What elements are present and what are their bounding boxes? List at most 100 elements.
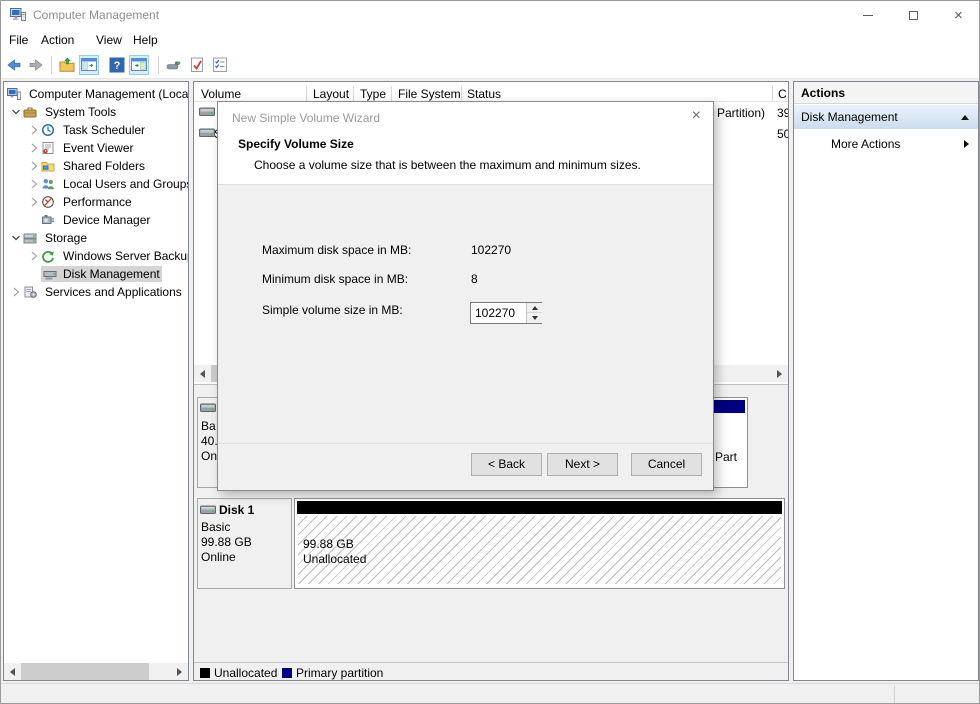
device-tool-button[interactable]: [164, 55, 184, 75]
tree-item-shared-folders[interactable]: Shared Folders: [4, 157, 188, 175]
scroll-right-button[interactable]: [171, 663, 188, 680]
chevron-right-icon[interactable]: [27, 249, 41, 263]
backup-icon: [41, 249, 57, 263]
scroll-right-icon: [777, 370, 782, 378]
tree-item-storage[interactable]: Storage: [4, 229, 188, 247]
menu-help[interactable]: Help: [133, 33, 158, 47]
folder-up-button[interactable]: [57, 55, 77, 75]
volume-size-spinbox[interactable]: 102270: [470, 302, 542, 324]
disk1-unallocated-region[interactable]: [298, 516, 781, 584]
chevron-down-icon[interactable]: [9, 231, 23, 245]
menu-file[interactable]: File: [9, 33, 28, 47]
tree-horizontal-scrollbar[interactable]: [4, 663, 188, 680]
chevron-right-icon[interactable]: [27, 141, 41, 155]
wizard-page-header: Specify Volume Size Choose a volume size…: [218, 133, 713, 185]
actions-group-disk-management[interactable]: Disk Management: [794, 105, 978, 129]
close-button[interactable]: ×: [936, 1, 980, 29]
tree-item-device-manager[interactable]: Device Manager: [4, 211, 188, 229]
action-pane-toggle-button[interactable]: [129, 55, 149, 75]
collapse-icon[interactable]: [961, 115, 969, 120]
column-separator[interactable]: [353, 86, 354, 101]
disk1-type: Basic: [201, 520, 230, 534]
spin-up-button[interactable]: [527, 303, 542, 313]
title-bar: Computer Management ×: [1, 1, 979, 29]
column-type[interactable]: Type: [360, 87, 386, 101]
column-separator[interactable]: [391, 86, 392, 101]
scroll-left-button[interactable]: [4, 663, 21, 680]
next-wizard-button[interactable]: Next >: [547, 453, 618, 476]
back-button[interactable]: [4, 55, 24, 75]
maximize-button[interactable]: [891, 1, 936, 29]
tree-item-label: System Tools: [43, 104, 118, 120]
unallocated-legend-swatch: [200, 668, 210, 678]
column-status[interactable]: Status: [467, 87, 501, 101]
toolbar-separator: [158, 56, 159, 74]
tree-item-label: Task Scheduler: [61, 122, 147, 138]
volume-drive-icon: [199, 127, 215, 137]
tree-item-system-tools[interactable]: System Tools: [4, 103, 188, 121]
scroll-left-button[interactable]: [194, 365, 211, 382]
menu-bar: File Action View Help: [1, 29, 979, 51]
volume-drive-icon: [199, 106, 215, 116]
status-bar: [1, 683, 980, 704]
more-actions-label: More Actions: [831, 137, 900, 151]
help-button[interactable]: ?: [107, 55, 127, 75]
toolbar: ?: [1, 51, 979, 79]
tree-item-task-scheduler[interactable]: Task Scheduler: [4, 121, 188, 139]
scrollbar-track[interactable]: [21, 663, 171, 680]
disk1-label-box[interactable]: Disk 1 Basic 99.88 GB Online: [197, 498, 292, 589]
users-icon: [41, 177, 57, 191]
chevron-down-icon[interactable]: [9, 105, 23, 119]
scroll-left-icon: [10, 668, 15, 676]
column-layout[interactable]: Layout: [313, 87, 349, 101]
chevron-right-icon[interactable]: [27, 177, 41, 191]
disk-icon: [200, 504, 216, 518]
column-file-system[interactable]: File System: [398, 87, 461, 101]
more-actions-item[interactable]: More Actions: [794, 132, 978, 156]
checklist-button[interactable]: [210, 55, 230, 75]
tree-item-windows-server-backup[interactable]: Windows Server Backup: [4, 247, 188, 265]
column-capacity[interactable]: C: [778, 87, 787, 101]
tree-item-disk-management[interactable]: Disk Management: [4, 265, 188, 283]
volume-size-value[interactable]: 102270: [475, 306, 515, 320]
chevron-right-icon[interactable]: [9, 285, 23, 299]
scrollbar-thumb[interactable]: [21, 663, 149, 680]
volume-status-fragment: Partition): [717, 106, 765, 120]
wizard-page-body: Maximum disk space in MB: 102270 Minimum…: [218, 185, 713, 444]
tree-item-performance[interactable]: Performance: [4, 193, 188, 211]
storage-icon: [23, 231, 39, 245]
disk-icon: [200, 402, 216, 416]
column-separator[interactable]: [306, 86, 307, 101]
console-tree-toggle-button[interactable]: [79, 55, 99, 75]
tree-item-computer-management[interactable]: Computer Management (Local: [4, 85, 188, 103]
chevron-right-icon[interactable]: [27, 195, 41, 209]
tree-item-label: Event Viewer: [61, 140, 135, 156]
disk1-partition-strip[interactable]: 99.88 GB Unallocated: [294, 498, 785, 589]
disk0-partition-text-fragment: Part: [715, 450, 737, 464]
tree-item-event-viewer[interactable]: Event Viewer: [4, 139, 188, 157]
status-bar-divider: [894, 686, 895, 704]
spin-down-button[interactable]: [527, 313, 542, 323]
menu-action[interactable]: Action: [41, 33, 74, 47]
column-separator[interactable]: [772, 86, 773, 101]
scroll-right-button[interactable]: [771, 365, 788, 382]
check-document-button[interactable]: [187, 55, 207, 75]
forward-button[interactable]: [26, 55, 46, 75]
tree-item-label: Device Manager: [61, 212, 152, 228]
menu-view[interactable]: View: [96, 33, 122, 47]
column-volume[interactable]: Volume: [201, 87, 241, 101]
tree-item-label: Performance: [61, 194, 134, 210]
check-document-icon: [189, 57, 205, 73]
disk1-unallocated-bar: [297, 501, 782, 514]
minimize-button[interactable]: [845, 1, 890, 29]
cancel-wizard-button[interactable]: Cancel: [631, 453, 702, 476]
tree-item-services-and-applications[interactable]: Services and Applications: [4, 283, 188, 301]
chevron-right-icon[interactable]: [27, 123, 41, 137]
wizard-close-icon[interactable]: ×: [692, 108, 701, 124]
tree-item-local-users-and-groups[interactable]: Local Users and Groups: [4, 175, 188, 193]
actions-panel: Actions Disk Management More Actions: [793, 81, 979, 681]
chevron-right-icon[interactable]: [27, 159, 41, 173]
column-separator[interactable]: [461, 86, 462, 101]
back-wizard-button[interactable]: < Back: [471, 453, 542, 476]
disk1-size: 99.88 GB: [201, 535, 252, 549]
